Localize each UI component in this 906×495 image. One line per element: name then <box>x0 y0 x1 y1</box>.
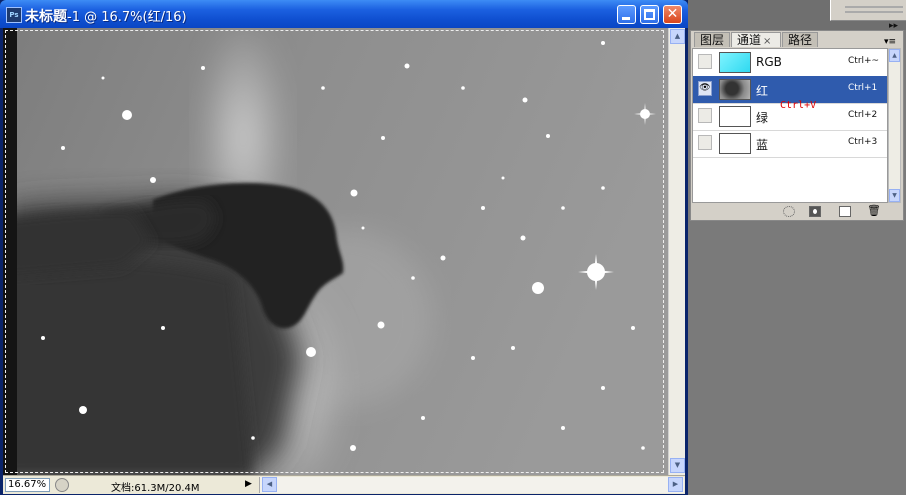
list-scroll-up-button[interactable]: ▲ <box>889 49 900 62</box>
panel-menu-icon[interactable]: ▾≡ <box>884 37 896 47</box>
tab-layers[interactable]: 图层 <box>694 32 730 47</box>
document-window: Ps 未标题-1 @ 16.7%(红/16) ✕ ▲ ▼ 16.67% 文档:6… <box>0 0 688 495</box>
arrow-up-icon: ▲ <box>674 32 681 40</box>
tab-close-icon[interactable]: × <box>763 36 771 47</box>
tab-channels-label: 通道 <box>737 33 762 47</box>
close-icon: ✕ <box>666 6 679 22</box>
eye-icon[interactable] <box>698 54 712 69</box>
status-bar: 16.67% 文档:61.3M/20.4M ▶ ◀ ▶ <box>3 475 685 494</box>
channel-shortcut: Ctrl+1 <box>848 83 878 93</box>
scroll-right-button[interactable]: ▶ <box>668 477 683 492</box>
save-selection-as-channel-button[interactable] <box>809 206 821 217</box>
channel-list: RGB Ctrl+~ 👁 红 Ctrl+1 绿 Ctrl+2 蓝 Ctrl+3 <box>692 48 888 203</box>
arrow-up-icon: ▲ <box>892 52 897 59</box>
photoshop-app-icon: Ps <box>6 7 22 23</box>
channel-name: 红 <box>756 84 769 98</box>
scroll-up-button[interactable]: ▲ <box>670 29 685 44</box>
other-palette-edge <box>830 0 906 21</box>
channel-thumbnail <box>719 133 751 154</box>
tab-channels[interactable]: 通道 × <box>731 32 781 47</box>
channel-name: RGB <box>756 55 782 69</box>
scroll-left-button[interactable]: ◀ <box>262 477 277 492</box>
document-title: 未标题-1 @ 16.7%(红/16) <box>25 6 187 26</box>
zoom-level-input[interactable]: 16.67% <box>5 478 50 492</box>
new-channel-button[interactable] <box>839 206 851 217</box>
red-annotation-text: Ctrl+V <box>780 100 817 111</box>
image-canvas-area[interactable] <box>3 28 668 475</box>
channel-name: 蓝 <box>756 138 769 152</box>
channel-thumbnail <box>719 79 751 100</box>
document-name: 未标题 <box>25 9 67 25</box>
panel-tabs: 图层 通道 × 路径 ▾≡ <box>691 31 903 48</box>
arrow-down-icon: ▼ <box>892 192 897 199</box>
arrow-left-icon: ◀ <box>266 480 273 488</box>
status-menu-arrow-icon[interactable]: ▶ <box>245 479 252 489</box>
maximize-icon <box>644 9 655 20</box>
eye-icon[interactable]: 👁 <box>698 81 712 96</box>
channel-shortcut: Ctrl+3 <box>848 137 878 147</box>
arrow-down-icon: ▼ <box>674 461 681 469</box>
channel-shortcut: Ctrl+~ <box>848 56 880 66</box>
collapse-panel-icon[interactable]: ▸▸ <box>889 22 903 31</box>
channel-thumbnail <box>719 52 751 73</box>
vertical-scrollbar[interactable]: ▲ ▼ <box>668 28 685 475</box>
selection-marquee <box>5 30 664 473</box>
document-size-info: 文档:61.3M/20.4M <box>111 483 200 494</box>
channels-panel: 图层 通道 × 路径 ▾≡ RGB Ctrl+~ 👁 红 Ctrl+1 绿 Ctrl+2 蓝 Ct… <box>690 30 904 221</box>
panel-footer: 🗑 <box>691 203 903 220</box>
channel-row[interactable]: 蓝 Ctrl+3 <box>693 130 887 158</box>
document-title-bar[interactable]: Ps 未标题-1 @ 16.7%(红/16) ✕ <box>0 0 688 28</box>
channel-shortcut: Ctrl+2 <box>848 110 878 120</box>
channel-name: 绿 <box>756 111 769 125</box>
channel-list-scrollbar[interactable]: ▲ ▼ <box>888 48 901 203</box>
close-button[interactable]: ✕ <box>663 5 682 24</box>
maximize-button[interactable] <box>640 5 659 24</box>
channel-thumbnail <box>719 106 751 127</box>
channel-row[interactable]: RGB Ctrl+~ <box>693 49 887 77</box>
minimize-button[interactable] <box>617 5 636 24</box>
status-info-icon[interactable] <box>55 478 69 492</box>
scroll-down-button[interactable]: ▼ <box>670 458 685 473</box>
horizontal-scrollbar[interactable]: ◀ ▶ <box>259 477 684 493</box>
load-channel-as-selection-button[interactable] <box>783 206 795 217</box>
document-title-detail: -1 @ 16.7%(红/16) <box>67 10 187 25</box>
eye-icon[interactable] <box>698 135 712 150</box>
tab-paths[interactable]: 路径 <box>782 32 818 47</box>
eye-icon[interactable] <box>698 108 712 123</box>
arrow-right-icon: ▶ <box>672 480 679 488</box>
list-scroll-down-button[interactable]: ▼ <box>889 189 900 202</box>
minimize-icon <box>622 17 630 20</box>
trash-icon[interactable]: 🗑 <box>867 204 881 217</box>
